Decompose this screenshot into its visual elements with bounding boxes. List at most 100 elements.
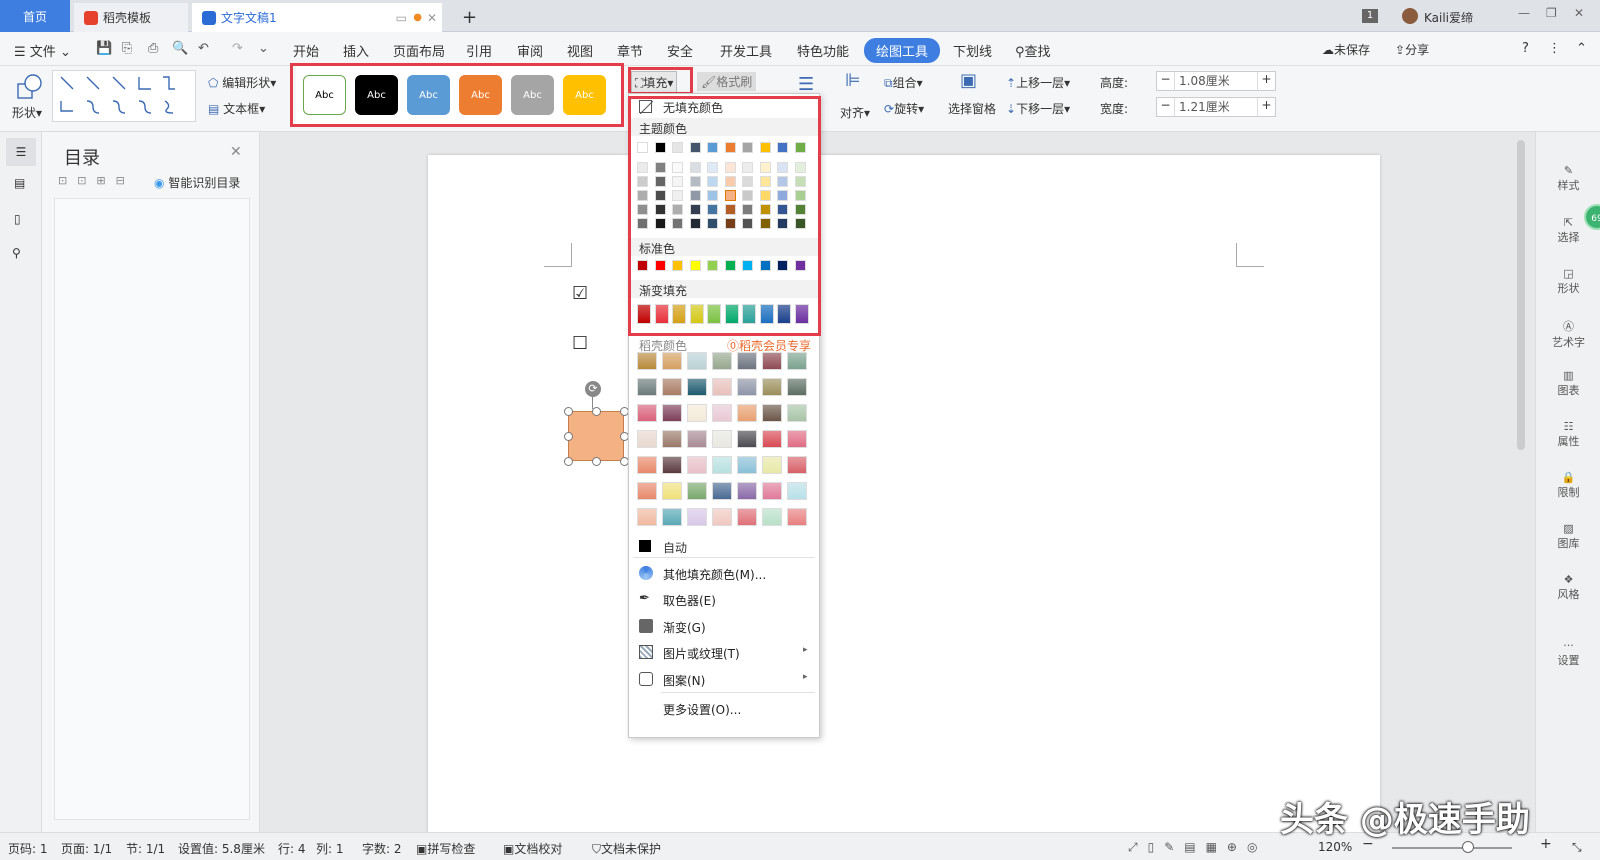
docer-color-swatch[interactable] xyxy=(712,404,732,422)
docer-color-swatch[interactable] xyxy=(712,482,732,500)
outline-icon[interactable]: ☰ xyxy=(798,74,814,95)
theme-panel-button[interactable]: ❖ 风格 xyxy=(1536,573,1600,602)
vertical-scrollbar[interactable] xyxy=(1517,140,1525,450)
more-settings-item[interactable]: 更多设置(O)... xyxy=(663,701,741,718)
property-panel-button[interactable]: ☷ 属性 xyxy=(1536,420,1600,449)
export-icon[interactable]: ⎘ xyxy=(122,41,132,56)
docer-color-swatch[interactable] xyxy=(687,482,707,500)
docer-color-swatch[interactable] xyxy=(637,482,657,500)
textbox-button[interactable]: ▤ 文本框▾ xyxy=(208,100,265,117)
docer-color-swatch[interactable] xyxy=(637,404,657,422)
align-button[interactable]: 对齐▾ xyxy=(840,104,870,121)
picture-texture-item[interactable]: 图片或纹理(T) xyxy=(663,645,740,662)
wordart-panel-button[interactable]: Ⓐ 艺术字 xyxy=(1536,318,1600,350)
height-plus-button[interactable]: + xyxy=(1257,72,1275,90)
shape-icon[interactable] xyxy=(14,72,44,102)
preview-icon[interactable]: 🔍 xyxy=(172,41,188,56)
avatar[interactable] xyxy=(1402,8,1418,24)
selected-shape[interactable] xyxy=(568,411,624,461)
smart-toc-button[interactable]: ◉ 智能识别目录 xyxy=(154,174,240,191)
docer-color-swatch[interactable] xyxy=(762,430,782,448)
menu-reference[interactable]: 引用 xyxy=(466,41,492,60)
docer-color-swatch[interactable] xyxy=(712,456,732,474)
resize-handle[interactable] xyxy=(564,432,573,441)
selection-pane-button[interactable]: 选择窗格 xyxy=(948,100,996,117)
tab-home[interactable]: 首页 xyxy=(0,0,70,32)
docer-color-swatch[interactable] xyxy=(687,430,707,448)
help-icon[interactable]: ? xyxy=(1522,41,1529,56)
align-icon[interactable]: ⊫ xyxy=(845,70,861,91)
edit-shape-button[interactable]: ⬠ 编辑形状▾ xyxy=(208,74,276,91)
menu-review[interactable]: 审阅 xyxy=(517,41,543,60)
document-page[interactable]: ☑ ☐ ⟳ xyxy=(428,155,1380,835)
toc-nav-icon[interactable]: ☰ xyxy=(6,138,36,166)
docer-color-swatch[interactable] xyxy=(687,404,707,422)
docer-color-swatch[interactable] xyxy=(662,378,682,396)
docer-color-swatch[interactable] xyxy=(687,508,707,526)
docer-color-swatch[interactable] xyxy=(687,352,707,370)
menu-security[interactable]: 安全 xyxy=(667,41,693,60)
height-minus-button[interactable]: − xyxy=(1157,72,1175,90)
spell-check-button[interactable]: ▣拼写检查 xyxy=(416,840,475,857)
docer-color-swatch[interactable] xyxy=(662,404,682,422)
undo-icon[interactable]: ↶ xyxy=(198,41,209,56)
docer-color-swatch[interactable] xyxy=(737,430,757,448)
shape-panel-button[interactable]: ◲ 形状 xyxy=(1536,267,1600,296)
docer-color-swatch[interactable] xyxy=(662,508,682,526)
width-value[interactable]: 1.21厘米 xyxy=(1175,98,1257,116)
restrict-panel-button[interactable]: 🔒 限制 xyxy=(1536,471,1600,500)
menu-underline[interactable]: 下划线 xyxy=(953,41,992,60)
collapse-ribbon-icon[interactable]: ⌃ xyxy=(1576,41,1587,56)
docer-color-swatch[interactable] xyxy=(662,352,682,370)
settings-panel-button[interactable]: ··· 设置 xyxy=(1536,639,1600,668)
docer-color-swatch[interactable] xyxy=(737,352,757,370)
user-name[interactable]: Kaili爱缔 xyxy=(1424,9,1473,26)
docer-color-swatch[interactable] xyxy=(637,378,657,396)
docer-color-swatch[interactable] xyxy=(787,482,807,500)
format-painter-button[interactable]: 🖌格式刷 xyxy=(697,72,757,91)
docer-color-swatch[interactable] xyxy=(787,378,807,396)
gallery-panel-button[interactable]: ▨ 图库 xyxy=(1536,522,1600,551)
more-fill-colors-item[interactable]: 其他填充颜色(M)... xyxy=(663,566,766,583)
menu-insert[interactable]: 插入 xyxy=(343,41,369,60)
width-plus-button[interactable]: + xyxy=(1257,98,1275,116)
width-field[interactable]: − 1.21厘米 + xyxy=(1156,97,1276,117)
tab-template[interactable]: 稻壳模板 xyxy=(74,3,188,32)
bring-forward-button[interactable]: ⇡上移一层▾ xyxy=(1006,74,1070,91)
minimize-icon[interactable]: — xyxy=(1518,6,1530,20)
docer-color-swatch[interactable] xyxy=(662,482,682,500)
chart-panel-button[interactable]: ▥ 图表 xyxy=(1536,369,1600,398)
docer-color-swatch[interactable] xyxy=(712,378,732,396)
print-icon[interactable]: ⎙ xyxy=(148,41,158,56)
zoom-in-icon[interactable]: + xyxy=(1540,836,1552,852)
toc-tools[interactable]: ⊡⊡⊞⊟ xyxy=(58,174,135,187)
zoom-slider-thumb[interactable] xyxy=(1462,841,1474,853)
docer-color-swatch[interactable] xyxy=(787,430,807,448)
add-tab-button[interactable]: + xyxy=(452,3,482,32)
pattern-item[interactable]: 图案(N) xyxy=(663,672,705,689)
eyedropper-item[interactable]: 取色器(E) xyxy=(663,592,716,609)
redo-icon[interactable]: ↷ xyxy=(232,41,243,56)
proof-button[interactable]: ▣文档校对 xyxy=(503,840,562,857)
menu-drawing-tools[interactable]: 绘图工具 xyxy=(864,38,941,63)
docer-color-swatch[interactable] xyxy=(637,352,657,370)
resize-handle[interactable] xyxy=(564,457,573,466)
docer-color-swatch[interactable] xyxy=(712,430,732,448)
docer-color-swatch[interactable] xyxy=(712,508,732,526)
docer-color-swatch[interactable] xyxy=(662,430,682,448)
docer-color-swatch[interactable] xyxy=(737,456,757,474)
more-options-icon[interactable]: ⋮ xyxy=(1548,41,1561,56)
close-window-icon[interactable]: ✕ xyxy=(1574,6,1584,20)
menu-developer[interactable]: 开发工具 xyxy=(720,41,772,60)
docer-color-swatch[interactable] xyxy=(637,456,657,474)
docer-color-swatch[interactable] xyxy=(737,482,757,500)
zoom-level[interactable]: 120% xyxy=(1318,840,1352,854)
search-button[interactable]: ⚲查找 xyxy=(1015,41,1051,60)
close-toc-icon[interactable]: ✕ xyxy=(230,144,242,160)
restore-icon[interactable]: ❐ xyxy=(1546,6,1557,20)
docer-color-swatch[interactable] xyxy=(662,456,682,474)
docer-color-swatch[interactable] xyxy=(762,352,782,370)
shape-gallery[interactable] xyxy=(52,70,196,122)
style-panel-button[interactable]: ✎ 样式 xyxy=(1536,164,1600,193)
docer-color-swatch[interactable] xyxy=(787,508,807,526)
